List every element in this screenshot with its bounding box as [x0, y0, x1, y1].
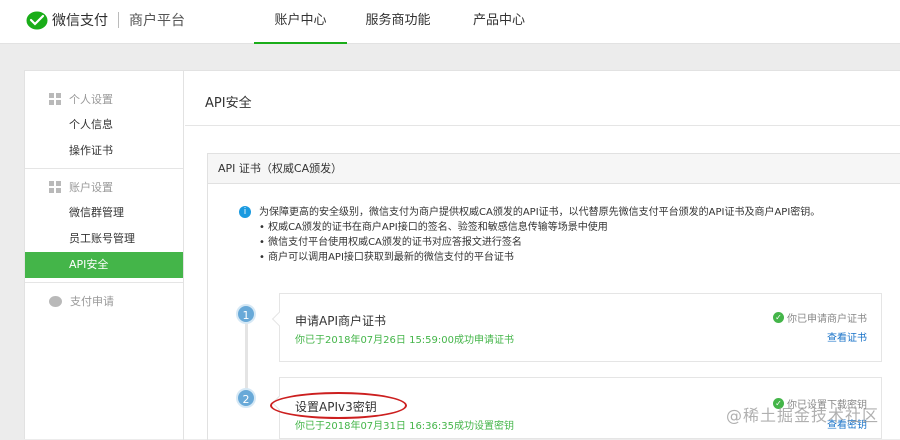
view-cert-link[interactable]: 查看证书	[827, 329, 867, 344]
title-divider	[185, 125, 900, 126]
platform-name: 商户平台	[129, 13, 185, 29]
check-circle-icon: ✓	[773, 312, 784, 323]
info-icon: i	[239, 206, 251, 218]
grid-icon	[49, 93, 61, 105]
sidebar-item-api-security[interactable]: API安全	[25, 252, 183, 278]
step-subtitle: 你已于2018年07月31日 16:36:35成功设置密钥	[295, 421, 514, 432]
step-subtitle: 你已于2018年07月26日 15:59:00成功申请证书	[295, 335, 514, 346]
sidebar-group-label: 支付申请	[70, 295, 114, 308]
sidebar-group-payment-apply[interactable]: 支付申请	[25, 288, 183, 314]
logo-divider	[118, 12, 119, 28]
step-number-2: 2	[236, 388, 256, 408]
info-text: 为保障更高的安全级别，微信支付为商户提供权威CA颁发的API证书，以代替原先微信…	[259, 207, 821, 218]
watermark: @稀土掘金技术社区	[726, 406, 880, 425]
bullet-item: • 微信支付平台使用权威CA颁发的证书对应答报文进行签名	[259, 237, 522, 248]
sidebar-divider	[25, 282, 183, 283]
nav-product-center[interactable]: 产品中心	[449, 0, 549, 44]
bullet-list: • 权威CA颁发的证书在商户API接口的签名、验签和敏感信息传输等场景中使用 •…	[259, 220, 899, 265]
step-card-1: 申请API商户证书 你已于2018年07月26日 15:59:00成功申请证书 …	[271, 293, 882, 362]
step-title: 申请API商户证书	[295, 314, 386, 328]
nav-account-center[interactable]: 账户中心	[254, 0, 347, 44]
step-number-1: 1	[236, 304, 256, 324]
sidebar-group-account[interactable]: 账户设置	[25, 174, 183, 200]
chat-bubble-icon	[49, 295, 62, 307]
nav-service-provider[interactable]: 服务商功能	[347, 0, 449, 44]
bullet-item: • 商户可以调用API接口获取到最新的微信支付的平台证书	[259, 252, 514, 263]
logo[interactable]: 微信支付 商户平台	[26, 10, 185, 30]
sidebar-item-wechat-group[interactable]: 微信群管理	[25, 200, 183, 226]
bullet-item: • 权威CA颁发的证书在商户API接口的签名、验签和敏感信息传输等场景中使用	[259, 222, 608, 233]
sidebar-group-label: 个人设置	[69, 93, 113, 106]
step-status: ✓ 你已申请商户证书	[773, 310, 867, 325]
sidebar-group-personal[interactable]: 个人设置	[25, 86, 183, 112]
sidebar-item-staff-account[interactable]: 员工账号管理	[25, 226, 183, 252]
top-header: 微信支付 商户平台 账户中心 服务商功能 产品中心	[0, 0, 900, 44]
wechat-pay-logo-icon	[26, 11, 48, 29]
info-block: i 为保障更高的安全级别，微信支付为商户提供权威CA颁发的API证书，以代替原先…	[239, 205, 899, 265]
page-title: API安全	[205, 96, 252, 111]
brand-name: 微信支付	[52, 13, 108, 29]
sidebar-divider	[25, 168, 183, 169]
sidebar-item-operation-cert[interactable]: 操作证书	[25, 138, 183, 164]
sidebar-group-label: 账户设置	[69, 181, 113, 194]
annotation-circle	[270, 392, 407, 419]
step-status-text: 你已申请商户证书	[787, 314, 867, 325]
grid-icon	[49, 181, 61, 193]
sidebar: 个人设置 个人信息 操作证书 账户设置 微信群管理 员工账号管理 API安全 支…	[25, 71, 184, 440]
main-nav: 账户中心 服务商功能 产品中心	[254, 0, 549, 44]
panel-title: API 证书（权威CA颁发）	[208, 154, 900, 184]
sidebar-item-personal-info[interactable]: 个人信息	[25, 112, 183, 138]
